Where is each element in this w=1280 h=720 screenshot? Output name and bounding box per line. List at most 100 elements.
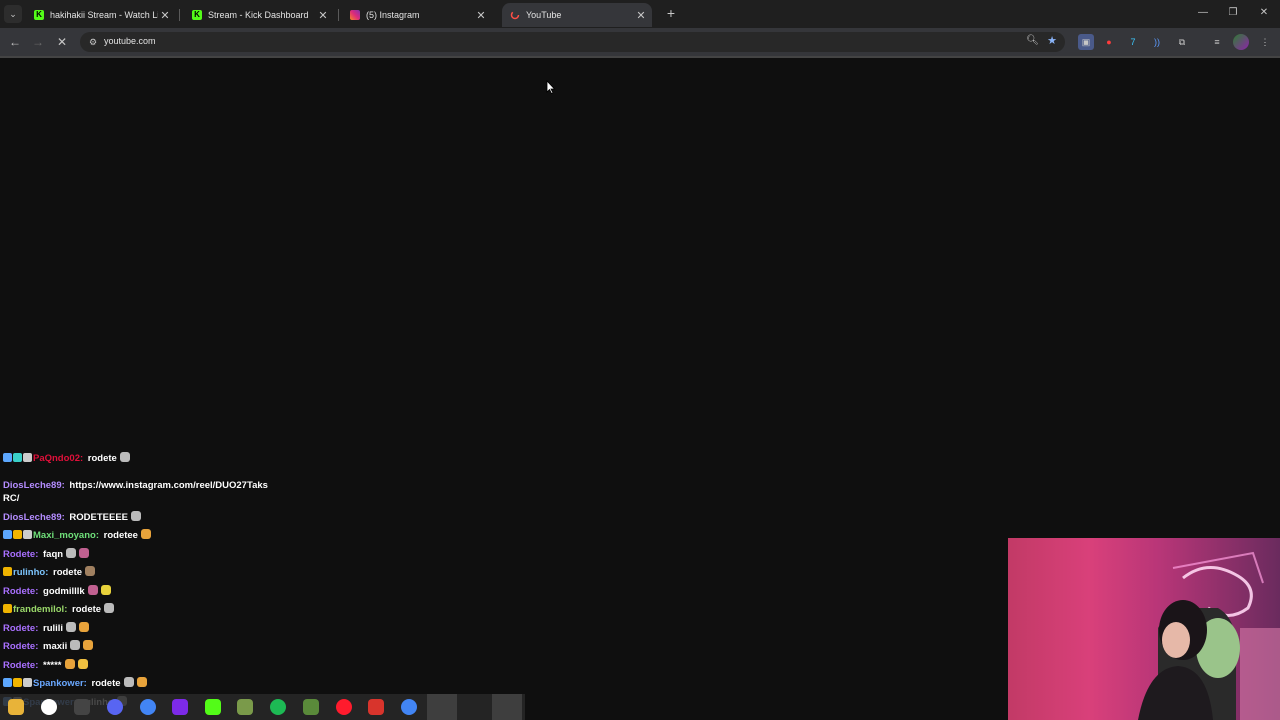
taskbar-chrome-a-icon[interactable] bbox=[140, 699, 156, 715]
chat-emote-icon bbox=[123, 677, 134, 687]
taskbar-discord-a-icon[interactable] bbox=[107, 699, 123, 715]
profile-avatar[interactable] bbox=[1233, 34, 1249, 50]
media-controls-icon[interactable]: ≡ bbox=[1209, 34, 1225, 50]
chat-emote-icon bbox=[64, 658, 75, 669]
chat-emote-icon bbox=[136, 677, 147, 687]
chat-badge-icon bbox=[23, 453, 32, 462]
tab-kick-dashboard[interactable]: K Stream - Kick Dashboard ✕ bbox=[184, 3, 334, 27]
chat-text: faqn bbox=[40, 548, 64, 560]
tab-title: (5) Instagram bbox=[366, 10, 420, 20]
tab-separator bbox=[179, 9, 180, 21]
extension-translate-icon[interactable]: ▣ bbox=[1078, 34, 1094, 50]
site-info-icon[interactable]: ⚙ bbox=[87, 36, 99, 48]
chat-badge-icon bbox=[3, 604, 12, 613]
taskbar-opera-icon[interactable] bbox=[336, 699, 352, 715]
taskbar-active-highlight bbox=[492, 694, 522, 720]
taskbar-spotify-icon[interactable] bbox=[270, 699, 286, 715]
chat-username: Spankower: bbox=[33, 678, 87, 689]
chat-message: Spankower: rodete bbox=[3, 677, 273, 690]
chat-text: godmilllk bbox=[40, 585, 85, 597]
chat-badge-icon bbox=[3, 678, 12, 687]
chat-username: frandemilol: bbox=[13, 604, 68, 615]
close-icon[interactable]: ✕ bbox=[474, 9, 488, 22]
close-icon[interactable]: ✕ bbox=[634, 9, 648, 22]
chat-badge-icon bbox=[13, 530, 22, 539]
chat-message: Maxi_moyano: rodetee bbox=[3, 529, 273, 542]
chat-text: RODETEEEE bbox=[66, 511, 129, 523]
taskbar-search-icon[interactable] bbox=[41, 699, 57, 715]
stop-loading-button[interactable]: ✕ bbox=[53, 33, 71, 51]
chat-badge-icon bbox=[3, 530, 12, 539]
chat-username: Rodete: bbox=[3, 641, 39, 652]
close-icon[interactable]: ✕ bbox=[316, 9, 330, 22]
address-bar[interactable]: ⚙ youtube.com 🔍︎ ★ bbox=[80, 32, 1065, 52]
minimize-button[interactable]: — bbox=[1188, 4, 1218, 22]
chat-username: Rodete: bbox=[3, 585, 39, 597]
instagram-icon bbox=[350, 10, 360, 20]
tab-instagram[interactable]: (5) Instagram ✕ bbox=[342, 3, 492, 27]
taskbar-minecraft-icon[interactable] bbox=[237, 699, 253, 715]
chat-text: rodete bbox=[69, 604, 102, 615]
chat-emote-icon bbox=[83, 640, 94, 650]
taskbar-kick-icon[interactable] bbox=[205, 699, 221, 715]
chat-emote-icon bbox=[140, 529, 151, 539]
chat-username: DiosLeche89: bbox=[3, 480, 65, 491]
taskbar-obs-icon[interactable] bbox=[74, 699, 90, 715]
chat-message: Rodete: maxii bbox=[3, 640, 273, 653]
address-url: youtube.com bbox=[104, 36, 156, 46]
chat-emote-icon bbox=[119, 452, 130, 462]
chat-emote-icon bbox=[77, 658, 88, 669]
chat-emote-icon bbox=[66, 547, 77, 558]
tab-youtube[interactable]: YouTube ✕ bbox=[502, 3, 652, 27]
tab-strip: ⌄ K hakihakii Stream - Watch Live o ✕ K … bbox=[0, 0, 1280, 28]
tab-kick-stream[interactable]: K hakihakii Stream - Watch Live o ✕ bbox=[26, 3, 176, 27]
chat-username: PaQndo02: bbox=[33, 453, 84, 464]
restore-button[interactable]: ❐ bbox=[1218, 4, 1248, 22]
taskbar-active-highlight bbox=[427, 694, 457, 720]
extension-record-icon[interactable]: ● bbox=[1101, 34, 1117, 50]
chat-text: rodete bbox=[88, 678, 121, 689]
chat-message: DiosLeche89: RODETEEEE bbox=[3, 510, 273, 524]
back-button[interactable]: ← bbox=[6, 33, 24, 51]
tab-search-chevron-icon[interactable]: ⌄ bbox=[4, 5, 22, 23]
browser-menu-icon[interactable]: ⋮ bbox=[1257, 34, 1273, 50]
taskbar-youtube-maker-icon[interactable] bbox=[368, 699, 384, 715]
chat-message: frandemilol: rodete bbox=[3, 603, 273, 616]
taskbar-app-green-icon[interactable] bbox=[303, 699, 319, 715]
zoom-icon[interactable]: 🔍︎ bbox=[1026, 35, 1039, 46]
extensions-puzzle-icon[interactable]: ⧉ bbox=[1174, 34, 1190, 50]
chat-username: Rodete: bbox=[3, 548, 39, 560]
chat-badge-icon bbox=[3, 567, 12, 576]
chat-username: rulinho: bbox=[13, 567, 49, 578]
tab-separator bbox=[338, 9, 339, 21]
close-icon[interactable]: ✕ bbox=[158, 9, 172, 22]
chat-badge-icon bbox=[23, 530, 32, 539]
chat-emote-icon bbox=[70, 640, 81, 650]
chat-badge-icon bbox=[13, 453, 22, 462]
webcam-overlay bbox=[1008, 538, 1280, 720]
chat-text: rodete bbox=[50, 567, 83, 578]
taskbar-chrome-b-icon[interactable] bbox=[401, 699, 417, 715]
chat-badge-icon bbox=[13, 678, 22, 687]
browser-toolbar: ← → ✕ ⚙ youtube.com 🔍︎ ★ ▣ ● 7 )) ⧉ ≡ ⋮ bbox=[0, 28, 1280, 56]
new-tab-button[interactable]: + bbox=[663, 5, 679, 21]
chat-message: rulinho: rodete bbox=[3, 566, 273, 579]
chat-message: DiosLeche89: https://www.instagram.com/r… bbox=[3, 479, 273, 505]
tab-title: YouTube bbox=[526, 10, 562, 20]
chat-emote-icon bbox=[66, 621, 77, 632]
taskbar-canva-icon[interactable] bbox=[172, 699, 188, 715]
bookmark-star-icon[interactable]: ★ bbox=[1047, 34, 1057, 47]
chat-message: PaQndo02: rodete bbox=[3, 452, 273, 465]
chat-badge-icon bbox=[3, 453, 12, 462]
chat-message: Rodete: godmilllk bbox=[3, 584, 273, 598]
chat-text: maxii bbox=[40, 641, 68, 652]
forward-button[interactable]: → bbox=[29, 33, 47, 51]
extension-audio-icon[interactable]: )) bbox=[1149, 34, 1165, 50]
chat-message: Rodete: faqn bbox=[3, 547, 273, 561]
taskbar-file-explorer-icon[interactable] bbox=[8, 699, 24, 715]
chat-emote-icon bbox=[79, 621, 90, 632]
extension-7tv-icon[interactable]: 7 bbox=[1125, 34, 1141, 50]
window-close-button[interactable]: ✕ bbox=[1249, 4, 1279, 22]
chat-text: rodetee bbox=[101, 530, 138, 541]
webcam-scene bbox=[1138, 551, 1280, 720]
